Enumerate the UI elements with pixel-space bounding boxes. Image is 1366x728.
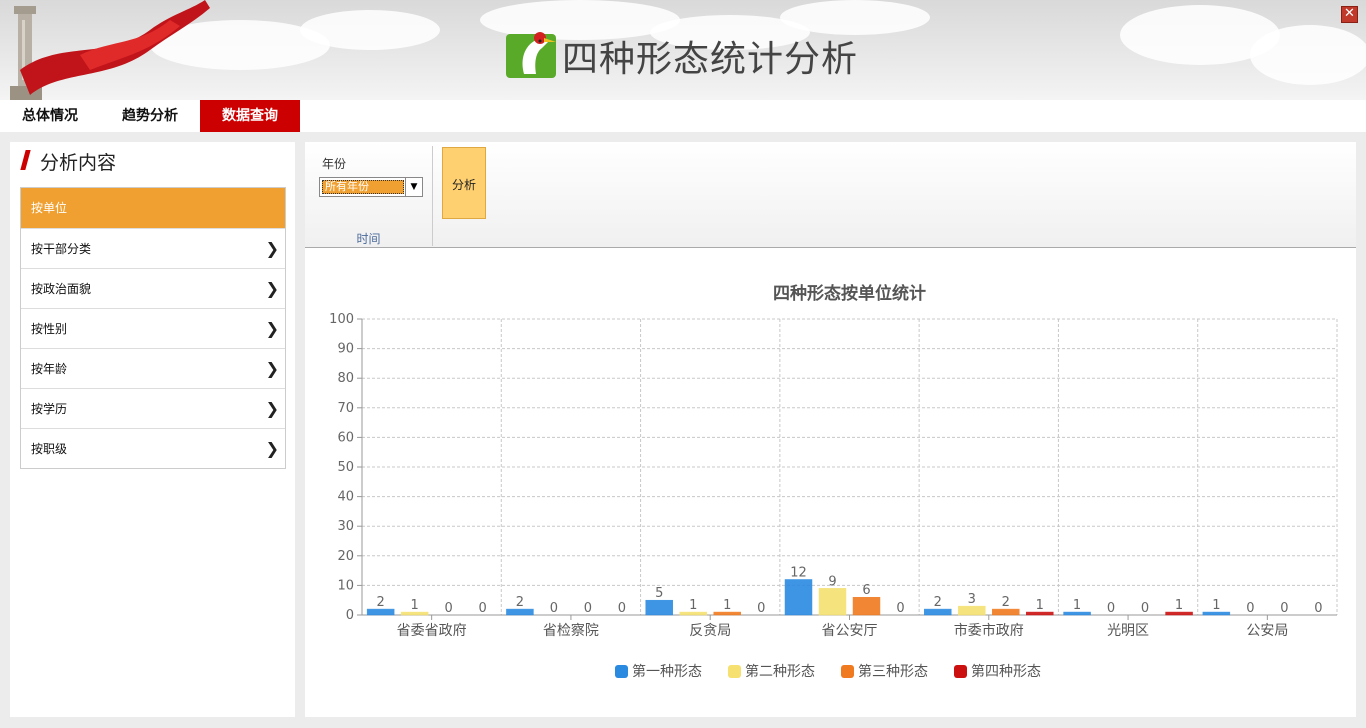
- legend-label: 第四种形态: [971, 663, 1041, 680]
- bar-value-label: 5: [655, 586, 663, 601]
- menu-item-label: 按干部分类: [31, 242, 92, 256]
- legend-label: 第二种形态: [745, 663, 815, 680]
- ribbon-icon: [20, 0, 210, 95]
- menu-item-by-rank[interactable]: 按职级 ❯: [21, 428, 285, 468]
- bar-value-label: 1: [1036, 598, 1044, 613]
- bar: [958, 605, 986, 616]
- tab-data-query[interactable]: 数据查询: [200, 100, 300, 132]
- chevron-right-icon: ❯: [265, 319, 279, 338]
- menu-item-by-cadre-type[interactable]: 按干部分类 ❯: [21, 228, 285, 268]
- analysis-menu: 按单位 按干部分类 ❯ 按政治面貌 ❯ 按性别 ❯ 按年龄 ❯ 按学历 ❯ 按职级 ❯: [20, 187, 286, 469]
- y-tick-label: 90: [337, 342, 354, 357]
- bar-value-label: 6: [862, 583, 870, 598]
- chevron-right-icon: ❯: [265, 399, 279, 418]
- app-header: 四种形态统计分析 ✕: [0, 0, 1366, 100]
- x-tick-label: 公安局: [1246, 623, 1288, 639]
- bar-value-label: 0: [757, 601, 765, 616]
- x-tick-label: 省公安厅: [822, 623, 878, 639]
- menu-item-label: 按单位: [31, 201, 68, 215]
- sidebar-title: 分析内容: [40, 152, 117, 174]
- bar-value-label: 0: [584, 601, 592, 616]
- bar-value-label: 0: [479, 601, 487, 616]
- x-tick-label: 省委省政府: [397, 623, 467, 639]
- y-tick-label: 20: [337, 549, 354, 564]
- main-content: 年份 所有年份 ▼ 时间 分析 四种形态按单位统计 0 10 20 30 40 50 60 70…: [305, 142, 1356, 717]
- x-tick-label: 光明区: [1107, 623, 1149, 639]
- bar-value-label: 2: [516, 595, 524, 610]
- bar-value-label: 2: [377, 595, 385, 610]
- sidebar: 分析内容 按单位 按干部分类 ❯ 按政治面貌 ❯ 按性别 ❯ 按年龄 ❯ 按学历 ❯ 按职…: [10, 142, 295, 717]
- y-tick-label: 70: [337, 401, 354, 416]
- menu-item-by-gender[interactable]: 按性别 ❯: [21, 308, 285, 348]
- bar-value-label: 1: [411, 598, 419, 613]
- tab-overview[interactable]: 总体情况: [0, 100, 100, 132]
- title-mark-icon: [20, 150, 31, 170]
- bar-value-label: 0: [618, 601, 626, 616]
- menu-item-by-education[interactable]: 按学历 ❯: [21, 388, 285, 428]
- bar: [645, 599, 673, 616]
- bar-value-label: 12: [790, 565, 807, 580]
- bar: [818, 588, 847, 616]
- legend-swatch: [728, 665, 741, 678]
- chart-title: 四种形态按单位统计: [773, 283, 926, 304]
- menu-item-label: 按职级: [31, 442, 68, 456]
- bar-value-label: 0: [1141, 601, 1149, 616]
- bar-value-label: 0: [1314, 601, 1322, 616]
- menu-item-by-unit[interactable]: 按单位: [21, 188, 285, 228]
- woodpecker-logo-icon: [506, 32, 556, 78]
- menu-item-label: 按性别: [31, 322, 68, 336]
- menu-item-label: 按学历: [31, 402, 68, 416]
- bar-value-label: 0: [1246, 601, 1254, 616]
- bar-chart: 四种形态按单位统计01020304050607080901002 1 0 0省委省政府…: [329, 283, 1338, 680]
- bar-value-label: 2: [934, 595, 942, 610]
- x-tick-label: 反贪局: [689, 623, 731, 639]
- close-button[interactable]: ✕: [1341, 6, 1358, 23]
- bar: [784, 579, 813, 616]
- chevron-right-icon: ❯: [265, 279, 279, 298]
- bar-value-label: 0: [1280, 601, 1288, 616]
- y-tick-label: 40: [337, 490, 354, 505]
- bar-value-label: 0: [1107, 601, 1115, 616]
- bar: [852, 596, 881, 616]
- y-tick-label: 80: [337, 371, 354, 386]
- bar-value-label: 1: [689, 598, 697, 613]
- chevron-right-icon: ❯: [265, 359, 279, 378]
- legend-swatch: [841, 665, 854, 678]
- main-nav: 总体情况 趋势分析 数据查询: [0, 100, 1366, 132]
- legend-label: 第一种形态: [632, 663, 702, 680]
- chevron-right-icon: ❯: [265, 239, 279, 258]
- y-tick-label: 100: [329, 312, 354, 327]
- tab-trend[interactable]: 趋势分析: [100, 100, 200, 132]
- menu-item-by-age[interactable]: 按年龄 ❯: [21, 348, 285, 388]
- bar-value-label: 0: [445, 601, 453, 616]
- bar-value-label: 1: [1212, 598, 1220, 613]
- bar-value-label: 1: [1073, 598, 1081, 613]
- bar-value-label: 9: [828, 574, 836, 589]
- menu-item-label: 按政治面貌: [31, 282, 92, 296]
- y-tick-label: 50: [337, 460, 354, 475]
- x-tick-label: 省检察院: [543, 622, 599, 639]
- menu-item-label: 按年龄: [31, 362, 68, 376]
- y-tick-label: 0: [346, 608, 354, 623]
- y-tick-label: 60: [337, 430, 354, 445]
- x-tick-label: 市委市政府: [954, 622, 1024, 639]
- app-title: 四种形态统计分析: [562, 39, 859, 80]
- bar-value-label: 0: [896, 601, 904, 616]
- legend-swatch: [954, 665, 967, 678]
- menu-item-by-political-status[interactable]: 按政治面貌 ❯: [21, 268, 285, 308]
- y-tick-label: 30: [337, 519, 354, 534]
- legend-swatch: [615, 665, 628, 678]
- legend-label: 第三种形态: [858, 663, 928, 680]
- chevron-right-icon: ❯: [265, 439, 279, 458]
- y-tick-label: 10: [337, 578, 354, 593]
- bar-value-label: 3: [968, 592, 976, 607]
- bar-value-label: 1: [723, 598, 731, 613]
- bar-value-label: 1: [1175, 598, 1183, 613]
- bar-value-label: 0: [550, 601, 558, 616]
- bar-value-label: 2: [1002, 595, 1010, 610]
